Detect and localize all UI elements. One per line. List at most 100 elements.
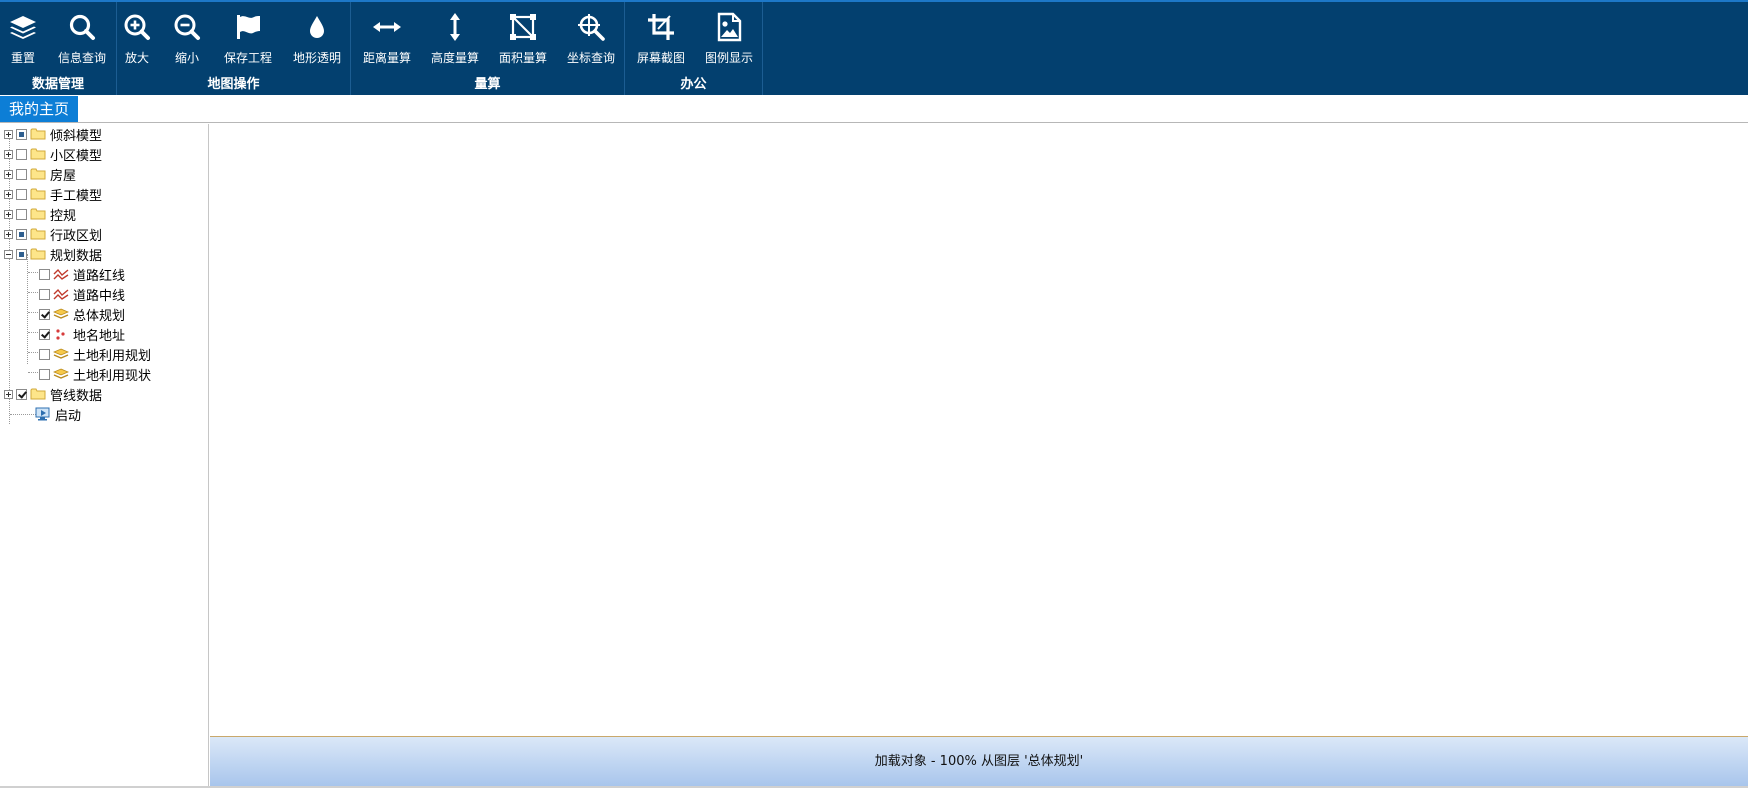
info-query-button[interactable]: 信息查询 (56, 12, 108, 68)
map-viewport[interactable] (210, 124, 1748, 736)
area-measure-button[interactable]: 面积量算 (497, 12, 549, 68)
layer-checkbox[interactable] (16, 188, 27, 200)
tree-node-administrative-division[interactable]: 行政区划 (4, 224, 102, 244)
tree-node-label: 总体规划 (73, 308, 126, 324)
tree-node-label: 管线数据 (50, 388, 103, 404)
save-project-button[interactable]: 保存工程 (222, 12, 274, 68)
tree-node-houses[interactable]: 房屋 (4, 164, 76, 184)
expand-toggle[interactable] (4, 189, 13, 199)
folder-icon (30, 188, 46, 200)
tree-node-oblique-model[interactable]: 倾斜模型 (4, 124, 102, 144)
tab-strip: 我的主页 (0, 95, 1748, 123)
tree-node-label: 土地利用现状 (73, 368, 152, 384)
tree-connector (10, 414, 36, 415)
folder-icon (30, 208, 46, 220)
height-measure-button[interactable]: 高度量算 (429, 12, 481, 68)
expand-toggle[interactable] (4, 209, 13, 219)
tree-connector (28, 352, 38, 353)
terrain-transparent-button[interactable]: 地形透明 (291, 12, 343, 68)
legend-display-button[interactable]: 图例显示 (703, 12, 755, 68)
layer-checkbox[interactable] (16, 128, 27, 140)
tree-node-place-address[interactable]: 地名地址 (39, 324, 125, 344)
screenshot-label: 屏幕截图 (636, 51, 685, 65)
horizontal-arrow-icon (373, 22, 401, 32)
tree-node-label: 土地利用规划 (73, 348, 152, 364)
tree-node-label: 行政区划 (50, 228, 103, 244)
screenshot-button[interactable]: 屏幕截图 (635, 12, 687, 68)
vertical-arrow-icon (450, 13, 460, 41)
tree-node-label: 道路中线 (73, 288, 126, 304)
legend-display-label: 图例显示 (704, 51, 753, 65)
layer-checkbox[interactable] (16, 228, 27, 240)
collapse-toggle[interactable] (4, 249, 13, 259)
group-title-measure: 量算 (474, 77, 501, 92)
polygon-layer-icon (53, 368, 69, 379)
layer-checkbox[interactable] (16, 208, 27, 220)
coordinate-query-button[interactable]: 坐标查询 (565, 12, 617, 68)
ribbon-group-data-management: 重置 信息查询 数据管理 (0, 2, 117, 95)
reset-label: 重置 (10, 51, 35, 65)
ribbon-group-measure: 距离量算 高度量算 面积量算 坐标查询 量算 (351, 2, 625, 95)
folder-icon (30, 248, 46, 260)
layers-icon (10, 16, 36, 39)
zoom-in-icon (124, 14, 150, 40)
polygon-layer-icon (53, 308, 69, 319)
tree-node-land-use-plan[interactable]: 土地利用规划 (39, 344, 151, 364)
expand-toggle[interactable] (4, 389, 13, 399)
folder-icon (30, 388, 46, 400)
tree-connector (28, 272, 38, 273)
flag-icon (237, 15, 260, 39)
tree-node-label: 地名地址 (73, 328, 126, 344)
layer-checkbox[interactable] (39, 288, 50, 300)
layer-checkbox[interactable] (16, 148, 27, 160)
folder-icon (30, 228, 46, 240)
tree-node-startup[interactable]: 启动 (35, 404, 81, 424)
expand-toggle[interactable] (4, 129, 13, 139)
expand-toggle[interactable] (4, 169, 13, 179)
zoom-out-label: 缩小 (174, 51, 199, 65)
layer-checkbox[interactable] (16, 248, 27, 260)
folder-icon (30, 148, 46, 160)
tree-node-road-center-line[interactable]: 道路中线 (39, 284, 125, 304)
area-polygon-icon (510, 14, 536, 40)
tree-node-manual-model[interactable]: 手工模型 (4, 184, 102, 204)
zoom-in-label: 放大 (124, 51, 149, 65)
crosshair-search-icon (578, 14, 605, 41)
zoom-in-button[interactable]: 放大 (122, 12, 152, 68)
tree-connector (28, 292, 38, 293)
tree-connector (27, 254, 28, 364)
tree-node-label: 道路红线 (73, 268, 126, 284)
tree-node-road-red-line[interactable]: 道路红线 (39, 264, 125, 284)
tree-node-label: 小区模型 (50, 148, 103, 164)
monitor-icon (35, 407, 50, 421)
tree-node-community-model[interactable]: 小区模型 (4, 144, 102, 164)
expand-toggle[interactable] (4, 229, 13, 239)
point-layer-icon (56, 329, 65, 340)
distance-measure-button[interactable]: 距离量算 (361, 12, 413, 68)
crop-icon (648, 14, 674, 40)
tree-connector (28, 332, 38, 333)
tree-node-label: 倾斜模型 (50, 128, 103, 144)
layer-checkbox[interactable] (39, 308, 50, 320)
layer-checkbox[interactable] (16, 388, 27, 400)
reset-button[interactable]: 重置 (5, 12, 41, 68)
coordinate-query-label: 坐标查询 (566, 51, 615, 65)
layer-checkbox[interactable] (39, 268, 50, 280)
layer-checkbox[interactable] (16, 168, 27, 180)
polyline-layer-icon (53, 288, 69, 300)
tree-connector (28, 312, 38, 313)
layer-checkbox[interactable] (39, 348, 50, 360)
folder-icon (30, 128, 46, 140)
layer-checkbox[interactable] (39, 368, 50, 380)
tree-node-planning-data[interactable]: 规划数据 (4, 244, 102, 264)
group-title-map-operation: 地图操作 (207, 77, 260, 92)
tree-node-pipeline-data[interactable]: 管线数据 (4, 384, 102, 404)
zoom-out-button[interactable]: 缩小 (172, 12, 202, 68)
tree-node-regulatory-plan[interactable]: 控规 (4, 204, 76, 224)
polygon-layer-icon (53, 348, 69, 359)
layer-checkbox[interactable] (39, 328, 50, 340)
tree-node-master-plan[interactable]: 总体规划 (39, 304, 125, 324)
expand-toggle[interactable] (4, 149, 13, 159)
tab-my-homepage[interactable]: 我的主页 (0, 96, 79, 122)
tree-node-land-use-status[interactable]: 土地利用现状 (39, 364, 151, 384)
